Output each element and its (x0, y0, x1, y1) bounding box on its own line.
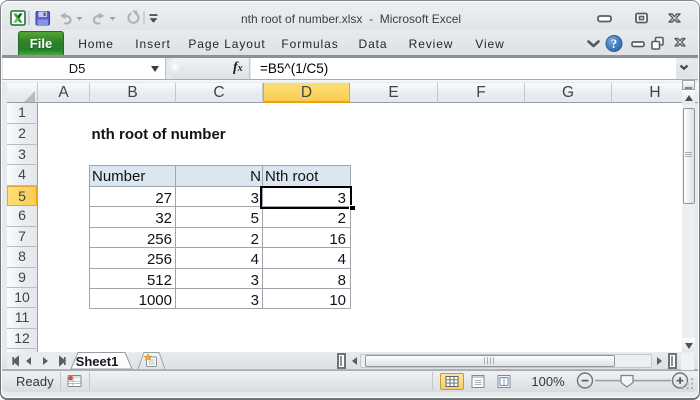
svg-text:?: ? (611, 37, 617, 51)
